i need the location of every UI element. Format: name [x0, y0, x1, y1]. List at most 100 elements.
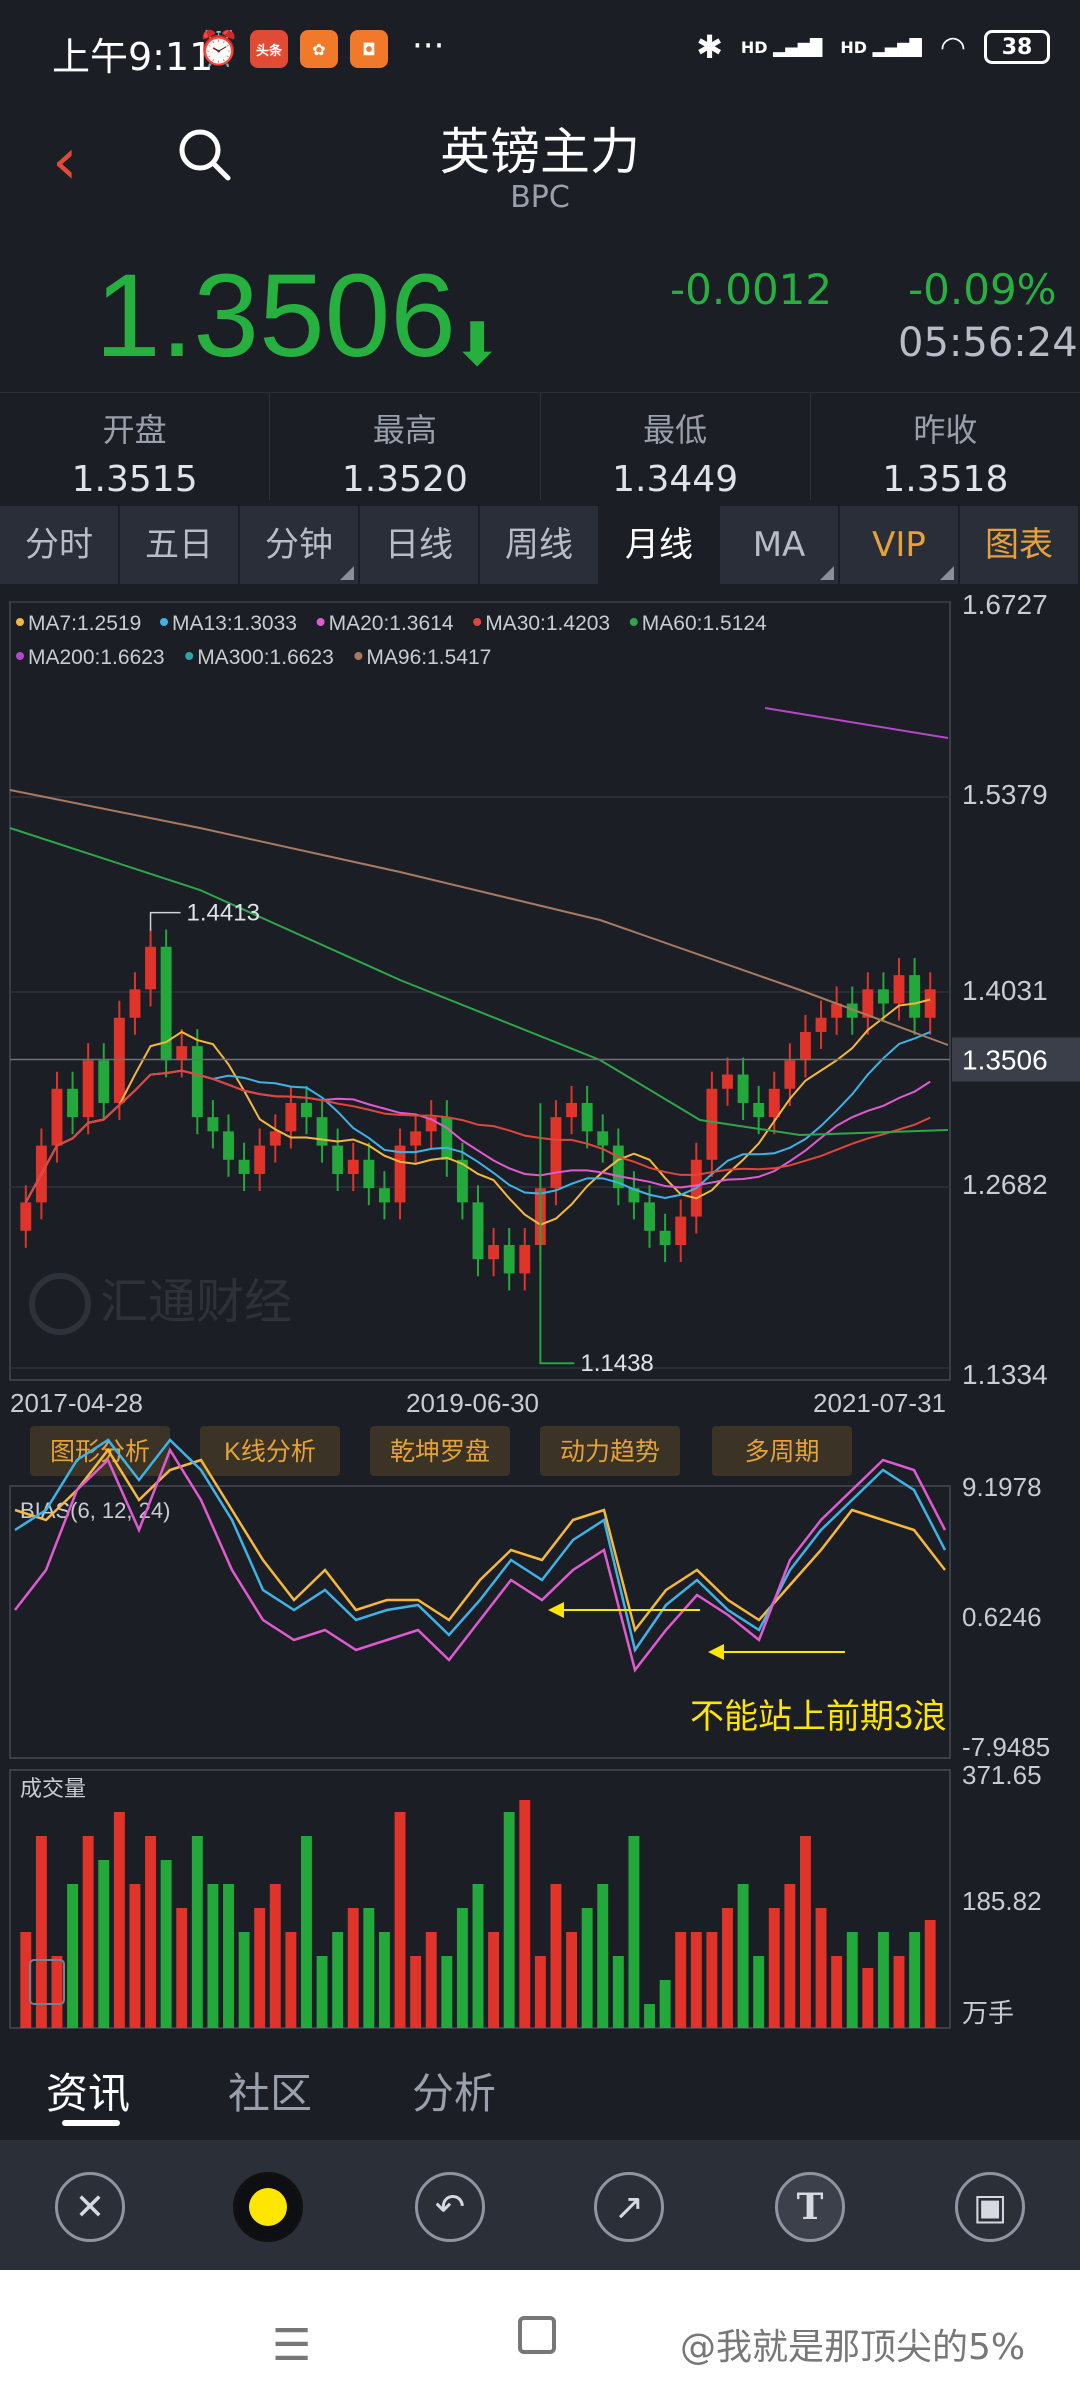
analysis-button-label: K线分析	[224, 1438, 316, 1466]
legend-dot	[629, 618, 638, 626]
volume-bar	[176, 1908, 188, 2028]
volume-bar	[924, 1920, 936, 2028]
more-icon: ···	[412, 26, 445, 66]
tab-4[interactable]: 周线	[480, 506, 600, 584]
tab-analysis[interactable]: 分析	[412, 2060, 496, 2121]
candle-body	[784, 1060, 796, 1089]
candle-body	[363, 1159, 375, 1189]
last-price: 1.3506	[95, 250, 456, 382]
tab-news[interactable]: 资讯	[46, 2060, 130, 2121]
candle-body	[316, 1117, 328, 1146]
candle-body	[815, 1017, 827, 1032]
bluetooth-icon: ✱	[696, 28, 723, 66]
volume-bar	[706, 1932, 718, 2028]
legend-dot	[185, 652, 194, 660]
app-orange-icon: ✿	[300, 30, 338, 68]
volume-bar	[223, 1884, 234, 2028]
volume-bar	[831, 1956, 843, 2028]
tab-0[interactable]: 分时	[0, 506, 120, 584]
dropdown-triangle-icon	[340, 566, 354, 580]
candle-body	[768, 1088, 780, 1118]
x-tick-label: 2017-04-28	[10, 1388, 143, 1418]
low-annotation: 1.1438	[580, 1350, 653, 1377]
analysis-button-label: 乾坤罗盘	[390, 1438, 490, 1466]
volume-bar	[394, 1812, 406, 2028]
stat-low: 最低 1.3449	[541, 393, 811, 500]
chart-area[interactable]: 1.6727 1.5379 1.4031 1.2682 1.1334 MA7:1.2519…	[0, 590, 1080, 2040]
tab-community[interactable]: 社区	[228, 2060, 312, 2121]
volume-bar	[129, 1884, 141, 2028]
legend-label: MA20:1.3614	[329, 612, 454, 635]
tab-2[interactable]: 分钟	[240, 506, 360, 584]
status-right: ✱ HD ▂▄▆█ HD ▂▄▆█ ◠ 38	[696, 28, 1050, 66]
volume-bar	[722, 1908, 733, 2028]
signal-icon-2: HD ▂▄▆█	[840, 37, 922, 57]
volume-bar	[67, 1884, 79, 2028]
candle-body	[129, 989, 141, 1018]
candle-body	[893, 975, 905, 1004]
candle-body	[51, 1088, 63, 1146]
candle-body	[909, 975, 921, 1018]
volume-bar	[113, 1812, 125, 2028]
tab-7[interactable]: VIP	[840, 506, 960, 584]
volume-bar	[534, 1956, 546, 2028]
legend-label: MA60:1.5124	[642, 612, 767, 635]
home-icon[interactable]	[518, 2316, 556, 2354]
candle-body	[644, 1202, 655, 1231]
y-tick-label: 1.6727	[962, 590, 1048, 620]
y-tick-label: 1.1334	[962, 1359, 1048, 1390]
tab-3[interactable]: 日线	[360, 506, 480, 584]
pen-color-button[interactable]	[233, 2172, 303, 2242]
stat-value: 1.3515	[71, 459, 198, 500]
text-tool-icon[interactable]: T	[775, 2172, 845, 2242]
volume-bar	[441, 1956, 453, 2028]
y-tick-label: 185.82	[962, 1886, 1042, 1916]
legend-label: MA96:1.5417	[366, 646, 491, 669]
candle-body	[550, 1117, 562, 1189]
high-annotation: 1.4413	[187, 900, 260, 927]
volume-bar	[238, 1932, 250, 2028]
menu-icon[interactable]: ☰	[272, 2320, 311, 2371]
volume-bar	[768, 1908, 780, 2028]
dropdown-triangle-icon	[820, 566, 834, 580]
tab-8[interactable]: 图表	[960, 506, 1080, 584]
volume-bar	[269, 1884, 281, 2028]
tab-1[interactable]: 五日	[120, 506, 240, 584]
volume-bar	[862, 1968, 874, 2028]
candle-body	[238, 1159, 250, 1174]
note-arrowhead	[548, 1602, 564, 1618]
candle-body	[503, 1244, 515, 1274]
candle-body	[82, 1060, 94, 1118]
volume-bar	[51, 1956, 63, 2028]
candle-body	[800, 1031, 811, 1061]
quote-time: 05:56:24	[898, 320, 1078, 366]
ma200-line	[764, 707, 949, 739]
volume-bar	[191, 1836, 203, 2028]
save-icon[interactable]: ▣	[955, 2172, 1025, 2242]
x-tick-label: 2021-07-31	[813, 1388, 946, 1418]
candle-body	[191, 1046, 203, 1118]
undo-icon[interactable]: ↶	[415, 2172, 485, 2242]
volume-unit: 万手	[962, 1998, 1014, 2028]
y-tick-label: 9.1978	[962, 1472, 1042, 1502]
candle-body	[472, 1202, 484, 1260]
volume-title: 成交量	[20, 1776, 86, 1801]
app-bag-icon: ◘	[350, 30, 388, 68]
legend-dot	[354, 652, 363, 660]
battery-icon: 38	[984, 30, 1050, 64]
close-icon[interactable]: ✕	[55, 2172, 125, 2242]
volume-bar	[425, 1932, 437, 2028]
volume-bar	[690, 1932, 702, 2028]
candle-body	[207, 1117, 219, 1132]
volume-bar	[877, 1932, 889, 2028]
symbol-code: BPC	[510, 180, 570, 215]
legend-dot	[160, 618, 168, 626]
volume-bar	[82, 1836, 94, 2028]
tab-5[interactable]: 月线	[600, 506, 720, 584]
tab-6[interactable]: MA	[720, 506, 840, 584]
volume-bar	[347, 1908, 359, 2028]
candle-body	[706, 1088, 718, 1160]
volume-bar	[597, 1884, 609, 2028]
arrow-tool-icon[interactable]: ↗	[594, 2172, 664, 2242]
volume-bar	[363, 1908, 375, 2028]
